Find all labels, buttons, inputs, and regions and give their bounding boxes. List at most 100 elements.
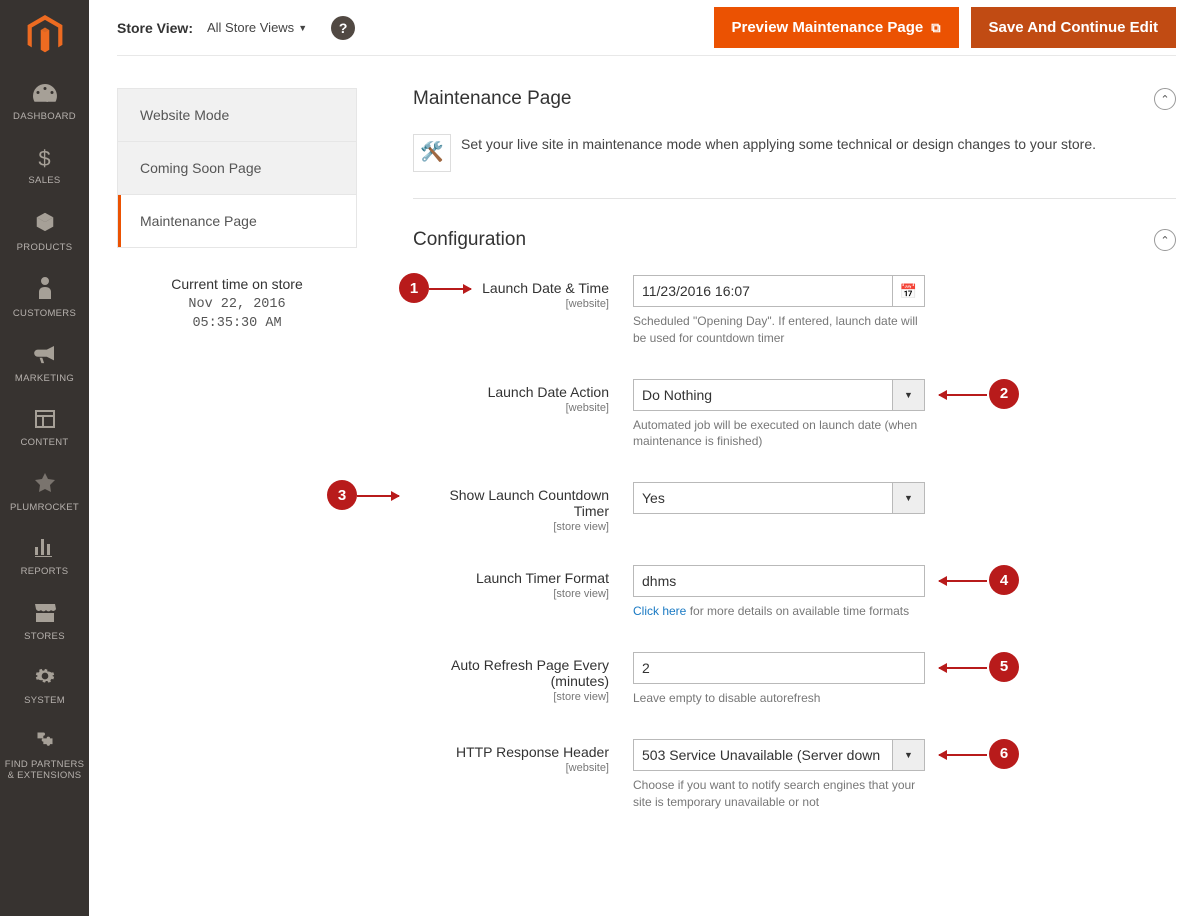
nav-sales[interactable]: $ SALES	[0, 134, 89, 198]
section-maintenance: Maintenance Page ⌃ 🛠️ Set your live site…	[413, 88, 1176, 199]
section-title-configuration: Configuration	[413, 229, 526, 251]
annotation-arrow-icon	[939, 394, 987, 396]
field-scope: [store view]	[413, 588, 609, 600]
chevron-up-icon: ⌃	[1160, 234, 1169, 247]
chevron-down-icon: ▼	[893, 739, 925, 771]
store-view-label: Store View:	[117, 20, 193, 36]
annotation-marker: 2	[989, 379, 1019, 409]
help-icon[interactable]: ?	[331, 16, 355, 40]
row-auto-refresh: Auto Refresh Page Every (minutes) [store…	[413, 652, 1176, 707]
annotation-marker: 6	[989, 739, 1019, 769]
collapse-button[interactable]: ⌃	[1154, 229, 1176, 251]
timer-format-input[interactable]	[633, 565, 925, 597]
nav-customers[interactable]: CUSTOMERS	[0, 265, 89, 331]
auto-refresh-input[interactable]	[633, 652, 925, 684]
nav-dashboard[interactable]: DASHBOARD	[0, 70, 89, 134]
calendar-button[interactable]: 📅	[893, 275, 925, 307]
section-description: Set your live site in maintenance mode w…	[461, 134, 1096, 155]
nav-label: CONTENT	[20, 438, 68, 448]
field-scope: [website]	[413, 402, 609, 414]
nav-plumrocket[interactable]: PLUMROCKET	[0, 461, 89, 525]
annotation-marker: 1	[399, 273, 429, 303]
nav-label: MARKETING	[15, 374, 74, 384]
current-time-box: Current time on store Nov 22, 2016 05:35…	[117, 276, 357, 334]
field-scope: [website]	[413, 762, 609, 774]
annotation-arrow-icon	[939, 580, 987, 582]
time-date: Nov 22, 2016	[117, 296, 357, 315]
person-icon	[37, 277, 53, 305]
chevron-up-icon: ⌃	[1160, 93, 1169, 106]
nav-label: FIND PARTNERS & EXTENSIONS	[4, 760, 85, 781]
section-configuration: Configuration ⌃ 1 Launch Date & Time [we…	[413, 229, 1176, 810]
logo[interactable]	[0, 0, 89, 70]
nav-stores[interactable]: STORES	[0, 590, 89, 654]
field-hint: Automated job will be executed on launch…	[633, 417, 925, 451]
field-hint: Choose if you want to notify search engi…	[633, 777, 925, 811]
tab-coming-soon[interactable]: Coming Soon Page	[118, 142, 356, 195]
row-http-header: HTTP Response Header [website] 503 Servi…	[413, 739, 1176, 811]
side-tabs: Website Mode Coming Soon Page Maintenanc…	[117, 88, 357, 248]
save-continue-button[interactable]: Save And Continue Edit	[971, 7, 1176, 48]
field-label: HTTP Response Header	[413, 744, 609, 760]
nav-reports[interactable]: REPORTS	[0, 525, 89, 589]
storefront-icon	[34, 602, 56, 628]
nav-content[interactable]: CONTENT	[0, 396, 89, 460]
megaphone-icon	[34, 344, 56, 370]
nav-marketing[interactable]: MARKETING	[0, 332, 89, 396]
annotation-marker: 3	[327, 480, 357, 510]
cube-icon	[34, 211, 56, 239]
launch-date-input[interactable]	[633, 275, 893, 307]
row-countdown: 3 Show Launch Countdown Timer [store vie…	[413, 482, 1176, 533]
annotation-arrow-icon	[939, 667, 987, 669]
preview-button[interactable]: Preview Maintenance Page ⧉	[714, 7, 959, 48]
field-label: Auto Refresh Page Every (minutes)	[413, 657, 609, 689]
nav-label: SALES	[28, 176, 60, 186]
nav-label: PRODUCTS	[17, 243, 73, 253]
annotation-marker: 4	[989, 565, 1019, 595]
field-scope: [store view]	[413, 691, 609, 703]
plumrocket-icon	[35, 473, 55, 499]
http-header-select[interactable]: 503 Service Unavailable (Server down ▼	[633, 739, 925, 771]
countdown-select[interactable]: Yes ▼	[633, 482, 925, 514]
field-scope: [website]	[413, 298, 609, 310]
magento-logo-icon	[27, 15, 63, 55]
chevron-down-icon: ▼	[298, 23, 307, 33]
store-view-switcher[interactable]: All Store Views ▼	[207, 20, 307, 35]
nav-products[interactable]: PRODUCTS	[0, 199, 89, 265]
nav-partners[interactable]: FIND PARTNERS & EXTENSIONS	[0, 718, 89, 793]
external-link-icon: ⧉	[931, 20, 940, 36]
tab-maintenance-page[interactable]: Maintenance Page	[118, 195, 356, 247]
tab-website-mode[interactable]: Website Mode	[118, 89, 356, 142]
field-hint: Scheduled "Opening Day". If entered, lau…	[633, 313, 925, 347]
nav-label: SYSTEM	[24, 696, 65, 706]
annotation-arrow-icon	[429, 288, 471, 290]
field-label: Show Launch Countdown Timer	[413, 487, 609, 519]
annotation-arrow-icon	[357, 495, 399, 497]
time-heading: Current time on store	[117, 276, 357, 292]
admin-sidebar: DASHBOARD $ SALES PRODUCTS CUSTOMERS MAR…	[0, 0, 89, 916]
collapse-button[interactable]: ⌃	[1154, 88, 1176, 110]
layout-icon	[35, 408, 55, 434]
nav-label: REPORTS	[21, 567, 69, 577]
field-label: Launch Date Action	[413, 384, 609, 400]
gauge-icon	[33, 82, 57, 108]
chevron-down-icon: ▼	[893, 379, 925, 411]
gear-icon	[35, 666, 55, 692]
dollar-icon: $	[38, 146, 50, 172]
field-scope: [store view]	[413, 521, 609, 533]
hint-link[interactable]: Click here	[633, 604, 686, 618]
chevron-down-icon: ▼	[893, 482, 925, 514]
nav-system[interactable]: SYSTEM	[0, 654, 89, 718]
row-timer-format: Launch Timer Format [store view] Click h…	[413, 565, 1176, 620]
section-title-maintenance: Maintenance Page	[413, 88, 571, 110]
time-value: 05:35:30 AM	[117, 315, 357, 334]
calendar-icon: 📅	[900, 283, 917, 300]
launch-action-select[interactable]: Do Nothing ▼	[633, 379, 925, 411]
puzzle-icon	[35, 730, 55, 756]
main-content: Store View: All Store Views ▼ ? Preview …	[89, 0, 1204, 916]
field-hint: Click here for more details on available…	[633, 603, 925, 620]
nav-label: CUSTOMERS	[13, 309, 76, 319]
field-label: Launch Timer Format	[413, 570, 609, 586]
annotation-marker: 5	[989, 652, 1019, 682]
annotation-arrow-icon	[939, 754, 987, 756]
